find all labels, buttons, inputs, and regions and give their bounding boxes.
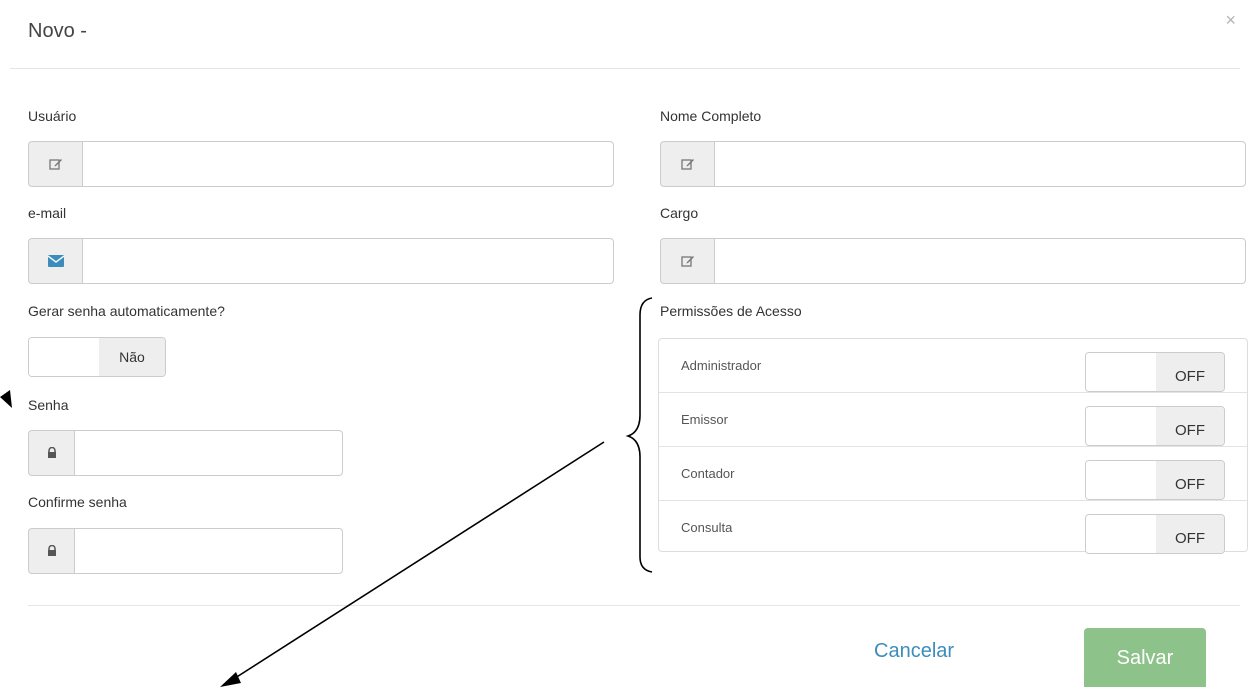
permission-label: Contador: [681, 466, 735, 481]
auto-password-state: Não: [99, 338, 165, 376]
permission-label: Consulta: [681, 520, 733, 535]
cargo-label: Cargo: [660, 205, 699, 221]
nome-completo-field-group: [660, 141, 1246, 187]
lock-icon: [28, 430, 74, 476]
cargo-input[interactable]: [714, 238, 1246, 284]
permission-row-consulta: Consulta OFF: [659, 501, 1247, 555]
nome-completo-input[interactable]: [714, 141, 1246, 187]
usuario-field-group: [28, 141, 614, 187]
senha-field-group: [28, 430, 343, 476]
permission-state: OFF: [1156, 461, 1224, 499]
envelope-icon: [28, 238, 82, 284]
permission-row-administrador: Administrador OFF: [659, 339, 1247, 393]
footer-divider: [28, 605, 1240, 606]
header-divider: [10, 68, 1240, 69]
edit-icon: [660, 238, 714, 284]
confirme-senha-field-group: [28, 528, 343, 574]
edit-icon: [660, 141, 714, 187]
permission-state: OFF: [1156, 515, 1224, 553]
permissions-panel: Administrador OFF Emissor OFF Contador O…: [658, 338, 1248, 555]
permission-toggle-contador[interactable]: OFF: [1085, 460, 1225, 500]
permission-label: Administrador: [681, 358, 762, 373]
confirme-senha-label: Confirme senha: [28, 494, 127, 510]
usuario-label: Usuário: [28, 108, 77, 124]
lock-icon: [28, 528, 74, 574]
email-label: e-mail: [28, 205, 67, 221]
toggle-handle: [1086, 353, 1156, 391]
permission-state: OFF: [1156, 407, 1224, 445]
permission-toggle-administrador[interactable]: OFF: [1085, 352, 1225, 392]
permissions-title: Permissões de Acesso: [660, 303, 802, 319]
auto-password-label: Gerar senha automaticamente?: [28, 303, 225, 319]
confirme-senha-input[interactable]: [74, 528, 343, 574]
permission-toggle-consulta[interactable]: OFF: [1085, 514, 1225, 554]
permission-state: OFF: [1156, 353, 1224, 391]
nome-completo-label: Nome Completo: [660, 108, 762, 124]
senha-input[interactable]: [74, 430, 343, 476]
permission-row-emissor: Emissor OFF: [659, 393, 1247, 447]
diagonal-arrowhead: [220, 672, 241, 687]
permission-toggle-emissor[interactable]: OFF: [1085, 406, 1225, 446]
toggle-handle: [29, 338, 99, 376]
auto-password-toggle[interactable]: Não: [28, 337, 166, 377]
edit-icon: [28, 141, 82, 187]
toggle-handle: [1086, 407, 1156, 445]
email-input[interactable]: [82, 238, 614, 284]
permission-row-contador: Contador OFF: [659, 447, 1247, 501]
usuario-input[interactable]: [82, 141, 614, 187]
curly-brace: [625, 297, 653, 573]
cargo-field-group: [660, 238, 1246, 284]
toggle-handle: [1086, 515, 1156, 553]
modal-title: Novo -: [28, 20, 87, 42]
save-button[interactable]: Salvar: [1084, 628, 1206, 687]
toggle-handle: [1086, 461, 1156, 499]
senha-label: Senha: [28, 397, 69, 413]
left-arrowhead: [0, 390, 12, 408]
close-icon[interactable]: ×: [1225, 10, 1236, 31]
permission-label: Emissor: [681, 412, 728, 427]
email-field-group: [28, 238, 614, 284]
cancel-button[interactable]: Cancelar: [874, 640, 954, 663]
